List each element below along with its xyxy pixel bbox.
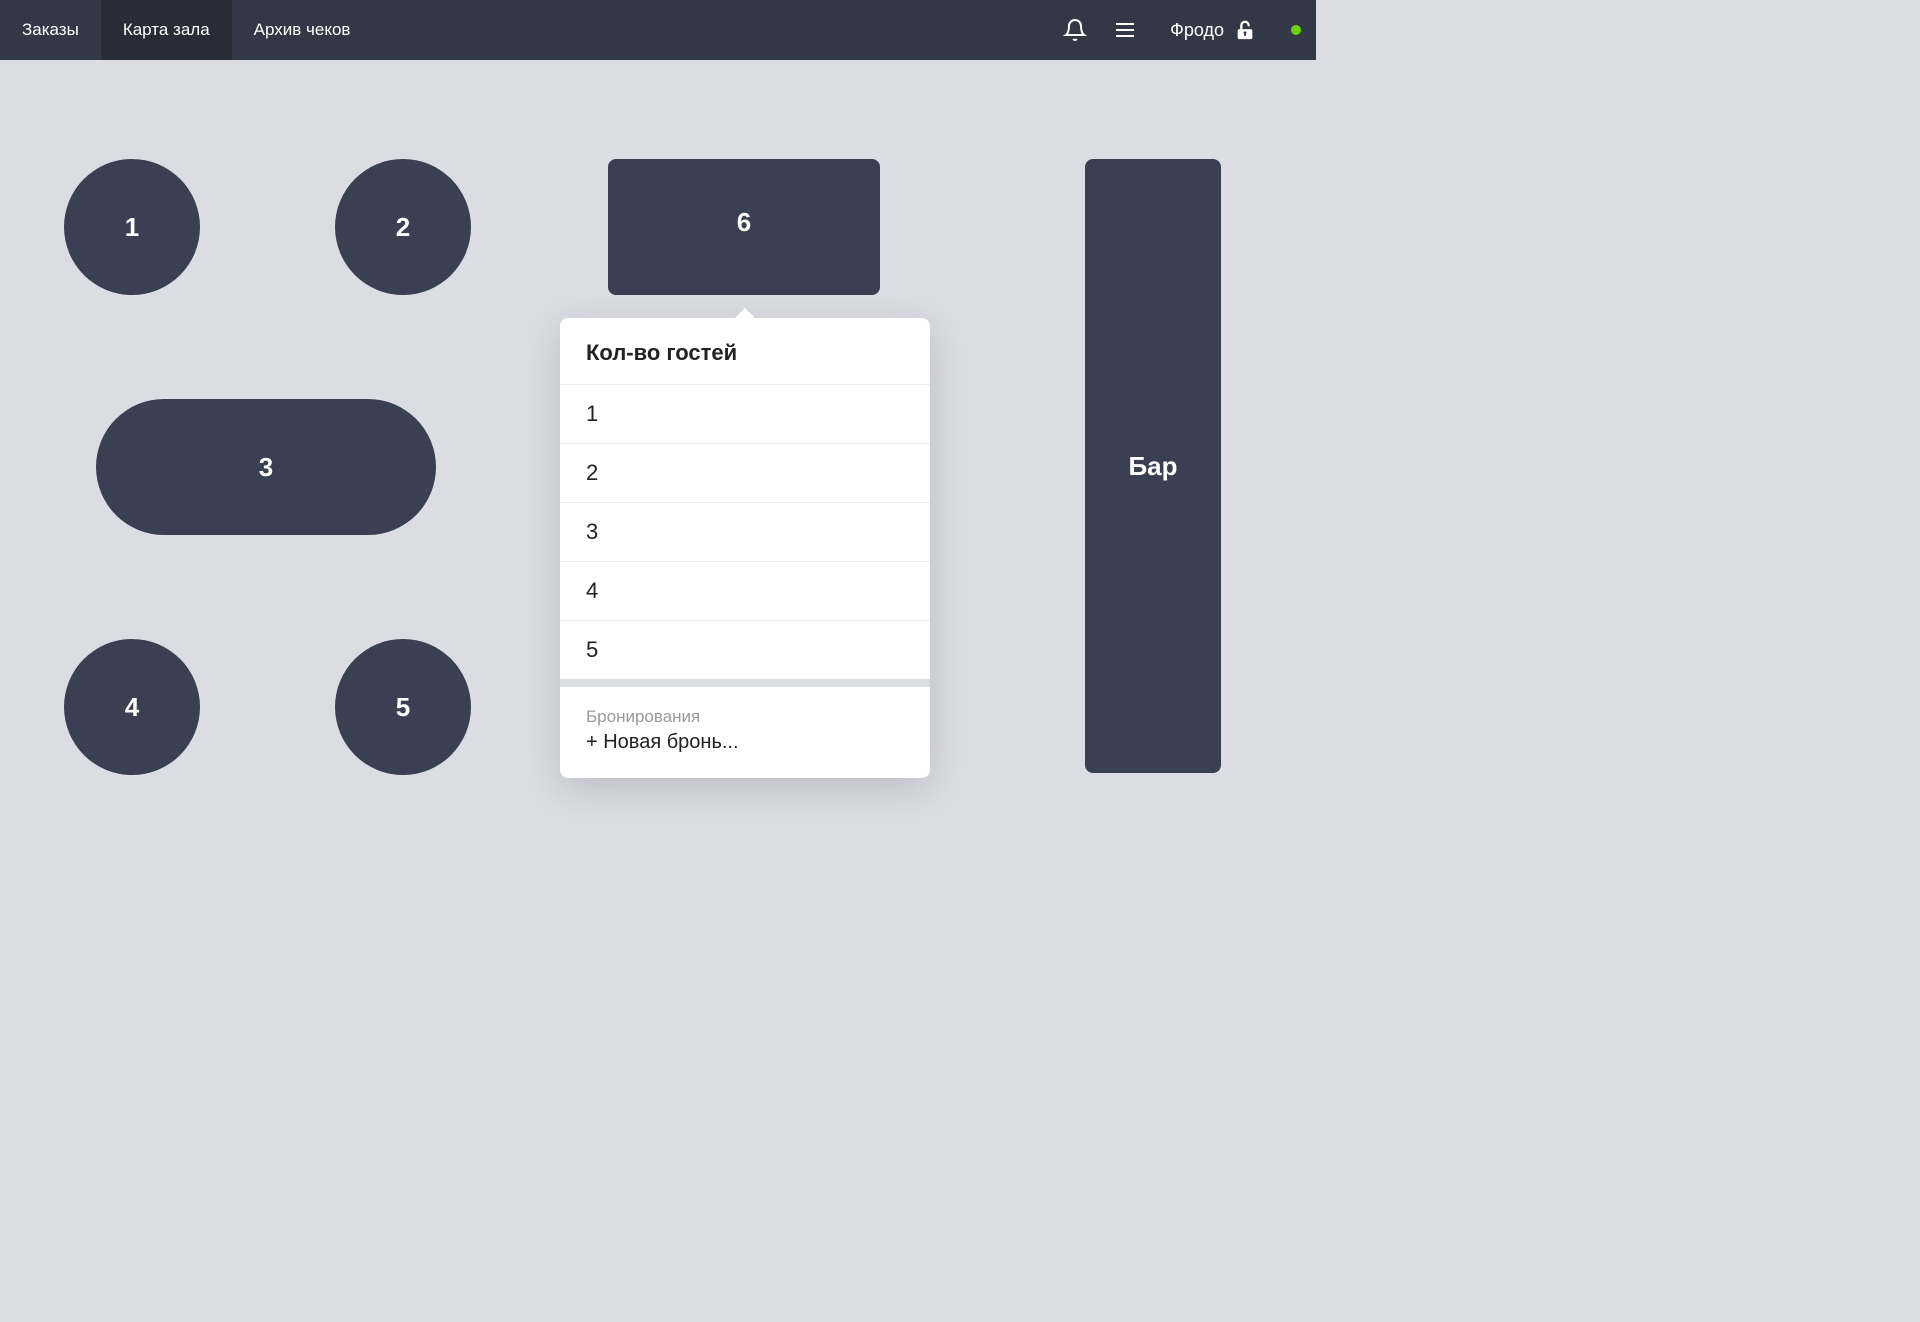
unlock-icon <box>1234 19 1256 41</box>
bookings-label: Бронирования <box>586 707 904 727</box>
bar-table[interactable]: Бар <box>1085 159 1221 773</box>
bell-icon <box>1063 18 1087 42</box>
nav-tabs: Заказы Карта зала Архив чеков <box>0 0 372 60</box>
hamburger-icon <box>1113 18 1137 42</box>
guest-option-2[interactable]: 2 <box>560 444 930 503</box>
table-3[interactable]: 3 <box>96 399 436 535</box>
nav-tab-receipts-archive[interactable]: Архив чеков <box>232 0 373 60</box>
popover-title: Кол-во гостей <box>560 318 930 384</box>
guest-option-1[interactable]: 1 <box>560 385 930 444</box>
nav-tab-orders[interactable]: Заказы <box>0 0 101 60</box>
guest-option-5[interactable]: 5 <box>560 621 930 679</box>
table-6-label: 6 <box>608 207 880 238</box>
header-right: Фродо <box>1050 0 1316 60</box>
nav-tab-floor-map[interactable]: Карта зала <box>101 0 232 60</box>
table-6[interactable]: 6 <box>608 159 880 295</box>
guest-count-popover: Кол-во гостей 1 2 3 4 5 Бронирования + Н… <box>560 318 930 778</box>
app-header: Заказы Карта зала Архив чеков Фродо <box>0 0 1316 60</box>
guest-option-3[interactable]: 3 <box>560 503 930 562</box>
guest-count-list: 1 2 3 4 5 <box>560 384 930 679</box>
status-indicator <box>1291 25 1301 35</box>
table-1[interactable]: 1 <box>64 159 200 295</box>
user-name: Фродо <box>1170 20 1224 41</box>
guest-option-4[interactable]: 4 <box>560 562 930 621</box>
table-2[interactable]: 2 <box>335 159 471 295</box>
new-booking-button[interactable]: + Новая бронь... <box>586 731 904 754</box>
popover-separator <box>560 679 930 687</box>
notifications-button[interactable] <box>1050 0 1100 60</box>
bookings-section: Бронирования + Новая бронь... <box>560 687 930 778</box>
menu-button[interactable] <box>1100 0 1150 60</box>
user-section[interactable]: Фродо <box>1150 19 1276 41</box>
floor-canvas: 1 2 3 4 5 6 7 8 Бар Кол-во гостей 1 2 3 … <box>0 60 1316 906</box>
table-4[interactable]: 4 <box>64 639 200 775</box>
table-5[interactable]: 5 <box>335 639 471 775</box>
